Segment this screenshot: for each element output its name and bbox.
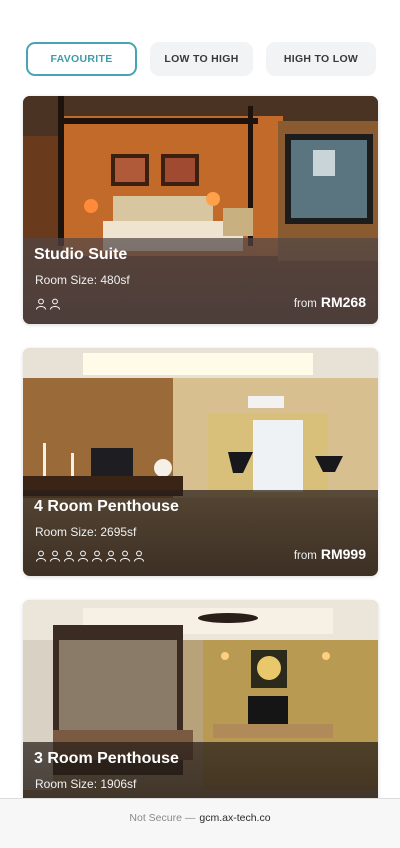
room-price: from RM268 [294,294,366,310]
high-to-low-filter-button[interactable]: HIGH TO LOW [266,42,376,76]
room-size: Room Size: 2695sf [35,525,137,539]
room-name: 4 Room Penthouse [34,498,179,515]
person-icon [36,298,46,310]
security-label: Not Secure — [129,812,196,824]
person-icon [92,550,102,562]
person-icon [50,298,60,310]
price-value: RM268 [320,294,366,310]
price-value: RM999 [320,546,366,562]
price-prefix: from [293,298,317,310]
room-card-studio-suite[interactable]: Studio Suite Room Size: 480sf from RM268 [23,96,378,324]
room-name: Studio Suite [34,246,128,263]
person-icon [50,550,60,562]
browser-address-bar[interactable]: Not Secure — gcm.ax-tech.co [0,798,400,848]
favourite-filter-button[interactable]: FAVOURITE [26,42,137,76]
person-icon [78,550,88,562]
room-card-4-room-penthouse[interactable]: 4 Room Penthouse Room Size: 2695sf from … [23,348,378,576]
low-to-high-filter-button[interactable]: LOW TO HIGH [150,42,253,76]
person-icon [134,550,144,562]
room-size: Room Size: 1906sf [35,777,137,791]
person-icon [120,550,130,562]
room-size: Room Size: 480sf [35,273,130,287]
sort-filter-bar: FAVOURITE LOW TO HIGH HIGH TO LOW [26,42,378,76]
guest-capacity [35,298,61,310]
room-name: 3 Room Penthouse [34,750,179,767]
room-card-3-room-penthouse[interactable]: 3 Room Penthouse Room Size: 1906sf [23,600,378,828]
site-domain: gcm.ax-tech.co [199,812,271,824]
person-icon [36,550,46,562]
guest-capacity [35,550,145,562]
person-icon [106,550,116,562]
person-icon [64,550,74,562]
price-prefix: from [293,550,317,562]
room-price: from RM999 [294,546,366,562]
